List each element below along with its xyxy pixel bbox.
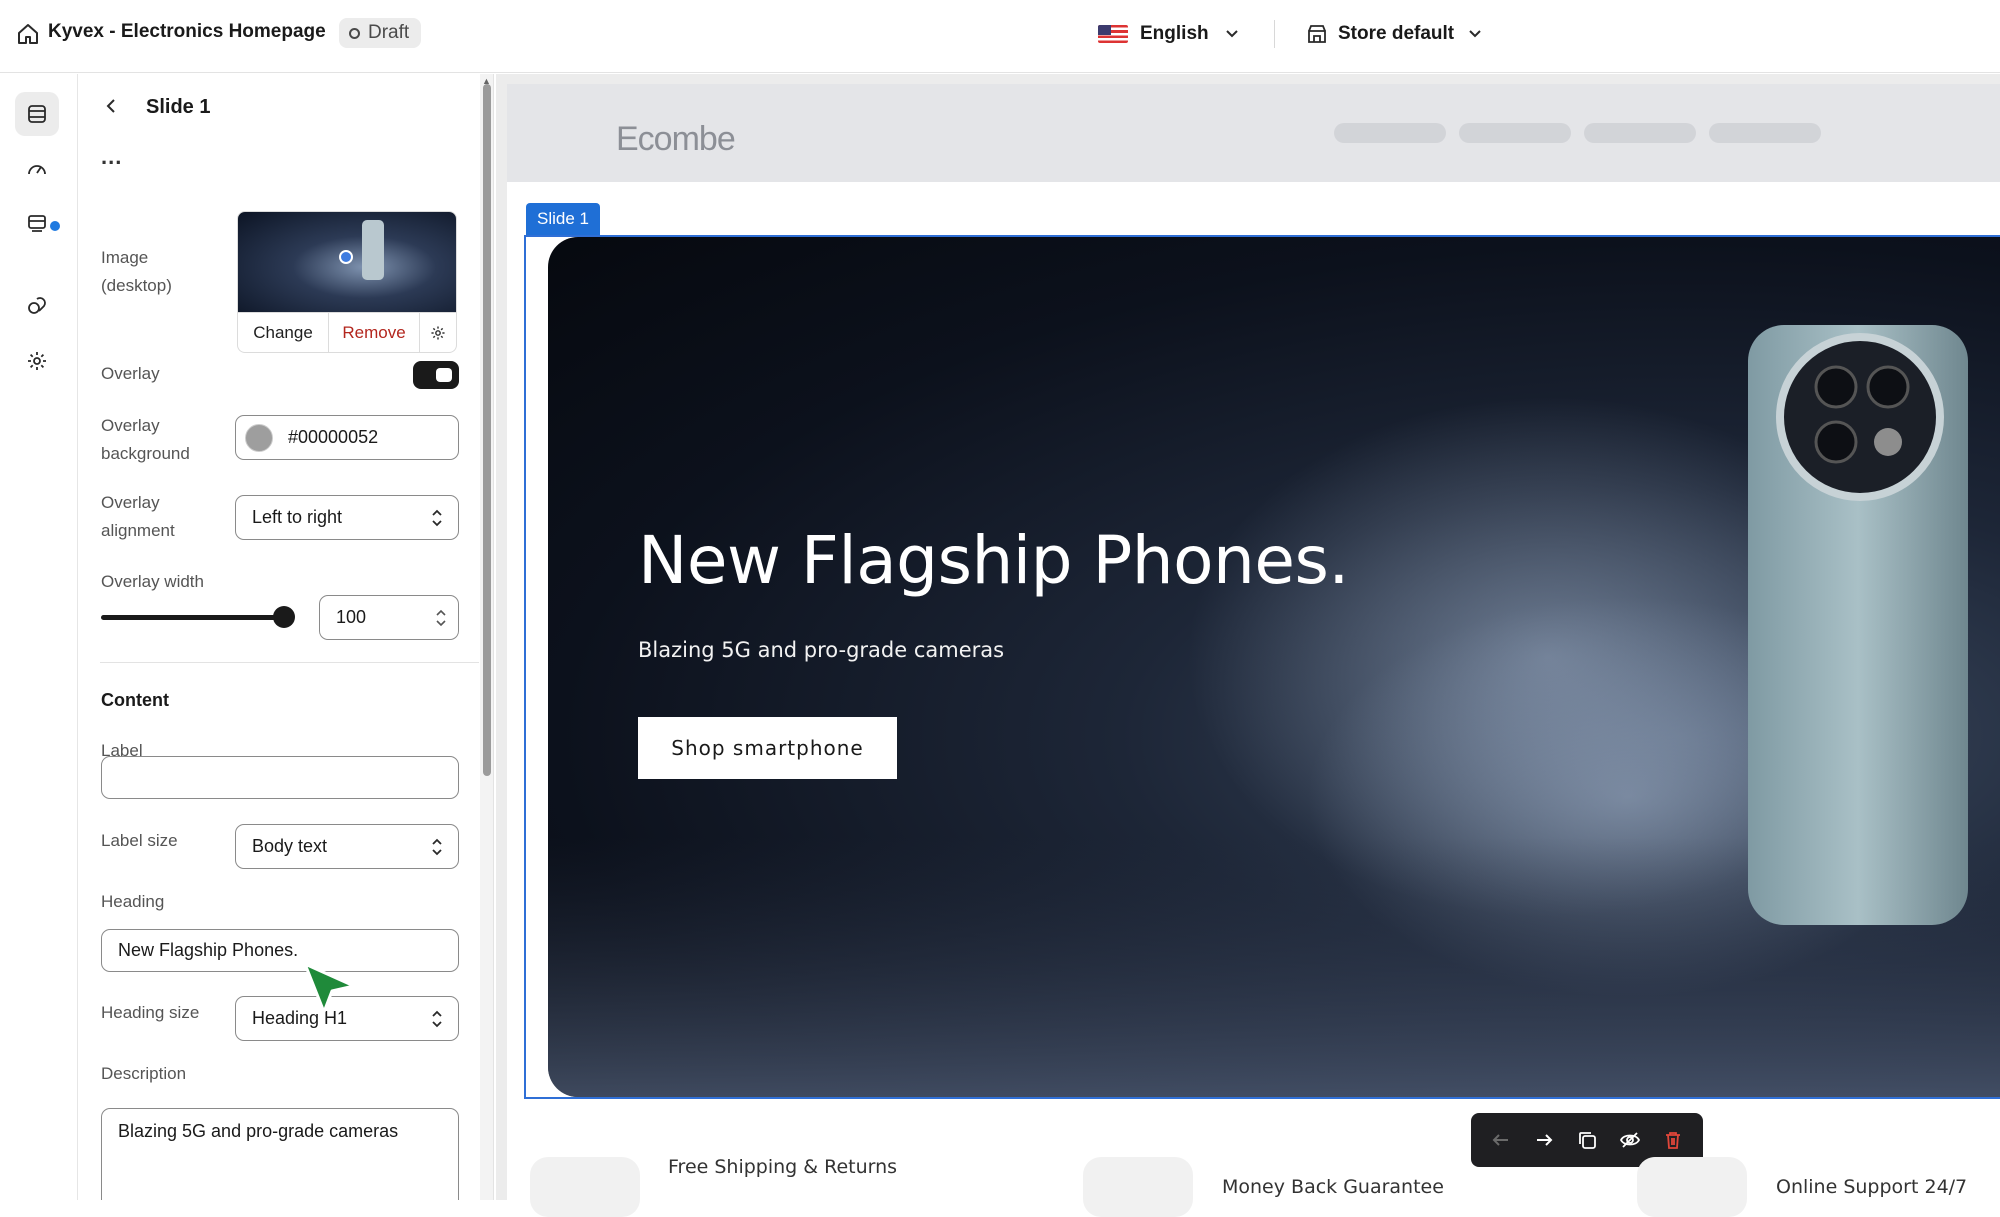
label-size-value: Body text: [252, 836, 328, 856]
label-size-label: Label size: [101, 831, 178, 850]
select-chevrons-icon: [432, 509, 442, 526]
label-input[interactable]: [101, 756, 459, 799]
feature-support: Online Support 24/7: [1776, 1176, 1968, 1198]
mouse-cursor-icon: [303, 962, 356, 1014]
sections-icon: [28, 105, 46, 123]
apps-button[interactable]: [15, 284, 59, 328]
slider-handle[interactable]: [273, 606, 295, 628]
select-chevrons-icon: [432, 1010, 442, 1027]
scrollbar-thumb[interactable]: [483, 84, 491, 776]
panel-title: Slide 1: [146, 96, 211, 118]
nav-placeholder: [1459, 123, 1571, 143]
move-left-icon[interactable]: [1490, 1129, 1512, 1151]
hero-banner[interactable]: [548, 237, 2000, 1097]
home-icon[interactable]: [16, 22, 40, 51]
page-title: Kyvex - Electronics Homepage: [48, 21, 326, 42]
panel-scrollbar[interactable]: ▲: [480, 74, 494, 1200]
back-icon[interactable]: [101, 96, 121, 121]
apps-icon: [28, 297, 46, 314]
store-label: Store default: [1338, 23, 1455, 44]
remove-image-button[interactable]: Remove: [329, 313, 420, 352]
more-options-button[interactable]: ...: [101, 144, 122, 170]
overlay-width-label: Overlay width: [101, 572, 204, 591]
label-size-select[interactable]: Body text: [235, 824, 459, 869]
overlay-background-field[interactable]: #00000052: [235, 415, 459, 460]
content-heading: Content: [101, 690, 169, 710]
draft-dot-icon: [349, 27, 360, 39]
overlay-alignment-value: Left to right: [252, 507, 343, 527]
duplicate-icon[interactable]: [1576, 1129, 1598, 1151]
language-selector[interactable]: English: [1098, 18, 1243, 50]
status-badge: Draft: [339, 18, 422, 48]
money-back-icon: [1083, 1157, 1193, 1217]
status-badge-label: Draft: [368, 22, 410, 43]
top-bar: Kyvex - Electronics Homepage Draft Engli…: [0, 0, 2000, 73]
delete-icon[interactable]: [1662, 1129, 1684, 1151]
slide-tag[interactable]: Slide 1: [526, 203, 600, 235]
overlay-background-value: #00000052: [288, 427, 379, 447]
feature-money-back: Money Back Guarantee: [1222, 1176, 1444, 1198]
settings-panel: Slide 1 ... Image (desktop) Change Remov…: [79, 74, 479, 1200]
shipping-icon: [530, 1157, 640, 1217]
us-flag-icon: [1098, 25, 1128, 43]
description-textarea[interactable]: Blazing 5G and pro-grade cameras: [101, 1108, 459, 1200]
heading-size-label: Heading size: [101, 1003, 200, 1022]
icon-rail: [0, 74, 78, 1200]
nav-placeholder: [1334, 123, 1446, 143]
store-icon: [1308, 25, 1326, 43]
speed-icon: [28, 165, 46, 175]
overlay-width-value: 100: [336, 607, 367, 627]
language-label: English: [1140, 23, 1209, 44]
hide-icon[interactable]: [1619, 1129, 1641, 1151]
overlay-alignment-select[interactable]: Left to right: [235, 495, 459, 540]
chevron-down-icon: [1225, 30, 1238, 38]
image-actions: Change Remove: [237, 313, 457, 353]
phone-thumbnail-shape: [362, 220, 384, 280]
image-thumbnail[interactable]: [237, 211, 457, 313]
topbar-divider: [1274, 20, 1275, 48]
blocks-icon: [28, 215, 46, 232]
hero-heading: New Flagship Phones.: [638, 522, 1349, 599]
shop-smartphone-button[interactable]: Shop smartphone: [638, 717, 897, 779]
description-label: Description: [101, 1064, 187, 1083]
overlay-alignment-label: Overlay alignment: [101, 493, 175, 540]
heading-label: Heading: [101, 892, 165, 911]
store-selector[interactable]: Store default: [1306, 18, 1486, 50]
gear-icon: [431, 325, 445, 340]
chevron-down-icon: [1469, 30, 1481, 38]
store-logo: Ecombe: [616, 120, 736, 158]
overlay-width-input[interactable]: 100: [319, 595, 459, 640]
heading-input[interactable]: New Flagship Phones.: [101, 929, 459, 972]
change-image-button[interactable]: Change: [238, 313, 329, 352]
stepper-icon[interactable]: [434, 607, 448, 629]
nav-placeholder: [1584, 123, 1696, 143]
image-settings-button[interactable]: [420, 313, 456, 352]
speed-button[interactable]: [15, 147, 59, 191]
support-icon: [1637, 1157, 1747, 1217]
overlay-width-slider[interactable]: [101, 615, 286, 620]
select-chevrons-icon: [432, 838, 442, 855]
overlay-toggle[interactable]: [413, 361, 459, 389]
move-right-icon[interactable]: [1533, 1129, 1555, 1151]
settings-button[interactable]: [15, 339, 59, 383]
overlay-label: Overlay: [101, 364, 160, 383]
color-swatch[interactable]: [245, 424, 273, 452]
image-desktop-label: Image (desktop): [101, 248, 172, 295]
focal-point-handle[interactable]: [339, 250, 353, 264]
hero-description: Blazing 5G and pro-grade cameras: [638, 638, 1005, 662]
section-divider: [100, 662, 479, 663]
settings-icon: [28, 352, 46, 370]
hero-background-art: [548, 325, 2000, 1097]
sections-button[interactable]: [15, 92, 59, 136]
nav-placeholder: [1709, 123, 1821, 143]
blocks-button[interactable]: [15, 202, 59, 246]
overlay-background-label: Overlay background: [101, 416, 190, 463]
feature-shipping: Free Shipping & Returns: [668, 1156, 898, 1178]
toggle-knob: [436, 368, 452, 382]
